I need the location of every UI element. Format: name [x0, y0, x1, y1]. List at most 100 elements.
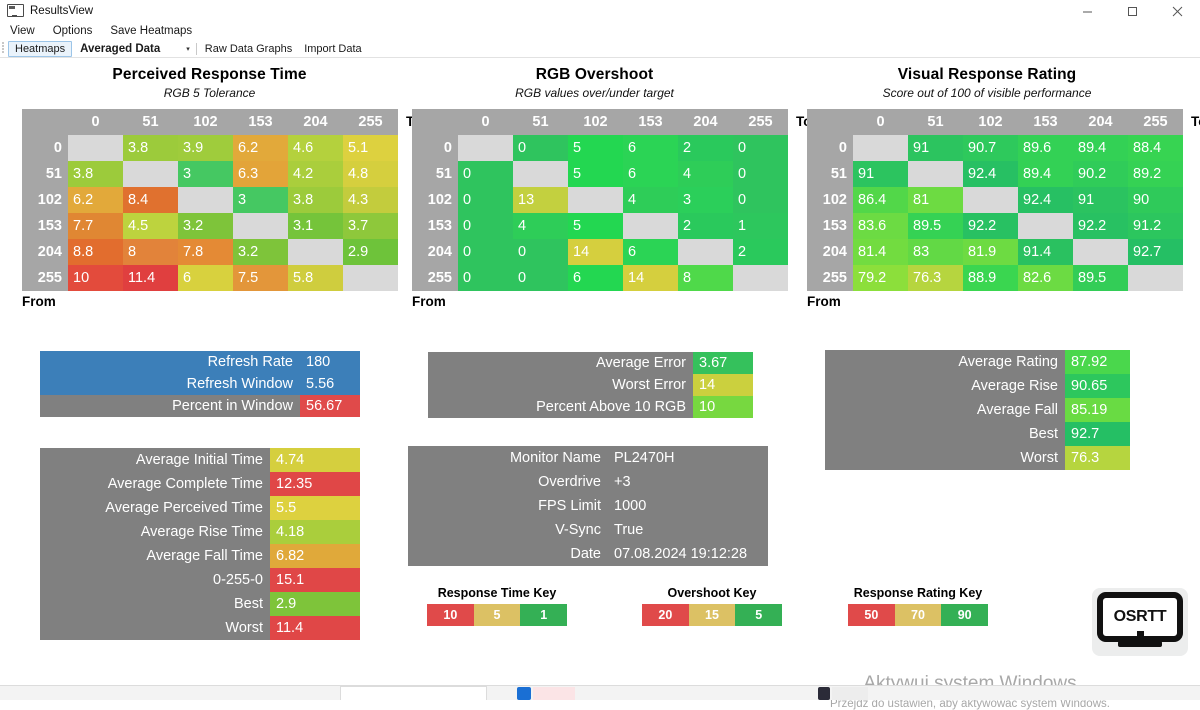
heatmap-column-header: 51	[908, 109, 963, 135]
heatmap-cell: 81.4	[853, 239, 908, 265]
heatmap-column-header: 0	[68, 109, 123, 135]
stat-value: 3.67	[693, 352, 753, 374]
heatmap-cell: 2	[733, 239, 788, 265]
menu-item-save-heatmaps[interactable]: Save Heatmaps	[110, 25, 192, 37]
heatmap-cell: 88.9	[963, 265, 1018, 291]
heatmap-cell: 8	[678, 265, 733, 291]
stat-value: True	[608, 518, 768, 542]
heatmap-cell: 4	[513, 213, 568, 239]
heatmap-grid: 0511021532042550056205105640102013430153…	[412, 109, 788, 291]
stat-value: PL2470H	[608, 446, 768, 470]
chevron-down-icon: ▾	[186, 45, 190, 53]
heatmap-cell: 3.8	[68, 161, 123, 187]
heatmap-row-header: 255	[22, 265, 68, 291]
heatmap-cell: 4.2	[288, 161, 343, 187]
logo-stand	[1118, 631, 1162, 647]
heatmap-cell: 0	[513, 265, 568, 291]
taskbar-item-pink[interactable]	[533, 687, 575, 700]
key-title: Response Time Key	[427, 586, 567, 600]
maximize-button[interactable]	[1110, 0, 1155, 22]
stat-label: Refresh Window	[40, 373, 300, 395]
heatmap-corner	[412, 109, 458, 135]
key-segment: 5	[474, 604, 521, 626]
heatmap-column-header: 204	[1073, 109, 1128, 135]
heatmap-cell: 81.9	[963, 239, 1018, 265]
heatmap-title: Perceived Response Time	[22, 66, 397, 84]
main-canvas: Perceived Response TimeRGB 5 Tolerance05…	[0, 58, 1200, 678]
stat-label: Best	[40, 592, 270, 616]
key-segment: 15	[689, 604, 736, 626]
heatmap-cell: 4.6	[288, 135, 343, 161]
heatmap-visual-response-rating: Visual Response RatingScore out of 100 o…	[807, 66, 1167, 309]
heatmap-row-header: 51	[807, 161, 853, 187]
heatmap-cell: 4	[623, 187, 678, 213]
heatmap-cell: 7.7	[68, 213, 123, 239]
heatmap-column-header: 255	[343, 109, 398, 135]
heatmap-cell: 6	[623, 135, 678, 161]
link-raw-data-graphs[interactable]: Raw Data Graphs	[205, 43, 292, 55]
heatmap-cell: 3	[233, 187, 288, 213]
heatmap-cell: 0	[458, 239, 513, 265]
heatmap-cell-diagonal	[233, 213, 288, 239]
heatmap-rgb-overshoot: RGB Overshoot RGB values over/under targe…	[412, 66, 777, 309]
stat-value: 12.35	[270, 472, 360, 496]
heatmap-column-header: 255	[733, 109, 788, 135]
heatmap-from-label: From	[412, 294, 777, 309]
heatmap-cell: 3.1	[288, 213, 343, 239]
minimize-button[interactable]	[1065, 0, 1110, 22]
heatmap-cell-diagonal	[963, 187, 1018, 213]
stat-value: 11.4	[270, 616, 360, 640]
heatmap-cell-diagonal	[623, 213, 678, 239]
taskbar-item-grey[interactable]	[832, 687, 868, 700]
key-segment: 1	[520, 604, 567, 626]
heatmap-column-header: 51	[123, 109, 178, 135]
menu-item-options[interactable]: Options	[53, 25, 93, 37]
menu-item-view[interactable]: View	[10, 25, 35, 37]
key-segment: 10	[427, 604, 474, 626]
heatmap-cell: 3	[678, 187, 733, 213]
heatmap-cell: 82.6	[1018, 265, 1073, 291]
heatmap-cell: 91	[908, 135, 963, 161]
close-button[interactable]	[1155, 0, 1200, 22]
stat-label: Monitor Name	[408, 446, 608, 470]
heatmap-column-header: 51	[513, 109, 568, 135]
key-segment: 70	[895, 604, 942, 626]
heatmap-cell: 5	[568, 161, 623, 187]
heatmap-cell-diagonal	[343, 265, 398, 291]
taskbar-icon-dark[interactable]	[818, 687, 830, 700]
stat-label: Overdrive	[408, 470, 608, 494]
stat-label: Best	[825, 422, 1065, 446]
heatmap-cell-diagonal	[678, 239, 733, 265]
heatmap-cell-diagonal	[178, 187, 233, 213]
heatmap-cell: 10	[68, 265, 123, 291]
stat-label: Percent in Window	[40, 395, 300, 417]
heatmap-cell: 6	[178, 265, 233, 291]
heatmap-cell: 0	[513, 135, 568, 161]
heatmap-column-header: 0	[853, 109, 908, 135]
heatmap-cell: 88.4	[1128, 135, 1183, 161]
data-mode-combobox[interactable]: Averaged Data ▾	[80, 43, 190, 55]
heatmap-subtitle: RGB values over/under target	[412, 86, 777, 100]
heatmap-cell: 83	[908, 239, 963, 265]
heatmap-cell: 81	[908, 187, 963, 213]
stat-label: Average Rating	[825, 350, 1065, 374]
stat-label: Average Fall Time	[40, 544, 270, 568]
heatmap-cell: 6	[623, 239, 678, 265]
key-response-time-key: Response Time Key 1051	[427, 586, 567, 626]
taskbar-item-window[interactable]	[340, 686, 487, 700]
heatmap-from-label: From	[22, 294, 397, 309]
heatmap-cell: 0	[733, 135, 788, 161]
heatmap-cell: 92.2	[1073, 213, 1128, 239]
heatmap-cell: 6	[568, 265, 623, 291]
taskbar-icon-blue[interactable]	[517, 687, 531, 700]
heatmap-cell: 89.4	[1018, 161, 1073, 187]
key-gradient-bar: 1051	[427, 604, 567, 626]
tab-heatmaps[interactable]: Heatmaps	[8, 41, 72, 57]
heatmap-row-header: 255	[412, 265, 458, 291]
stat-value: 76.3	[1065, 446, 1130, 470]
link-import-data[interactable]: Import Data	[304, 43, 361, 55]
heatmap-cell: 6	[623, 161, 678, 187]
heatmap-row-header: 255	[807, 265, 853, 291]
tool-strip: Heatmaps Averaged Data ▾ Raw Data Graphs…	[0, 40, 1200, 57]
heatmap-title: RGB Overshoot	[412, 66, 777, 84]
